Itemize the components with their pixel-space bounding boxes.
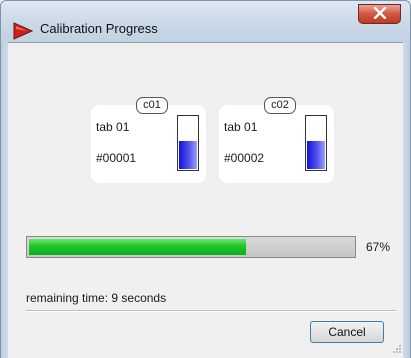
window-frame-left [0,42,8,358]
card-label: c02 [264,97,296,114]
level-gauge [305,115,327,171]
dialog-content: c01 tab 01 #00001 c02 tab 01 #00002 67% … [8,42,403,358]
remaining-time-prefix: remaining time: [26,291,112,305]
card-id: #00002 [224,151,265,165]
card-tab: tab 01 [96,120,130,134]
gauge-fill [307,141,325,169]
red-arrow-icon [13,22,34,40]
remaining-time-unit: seconds [118,291,167,305]
gauge-fill [179,141,197,169]
calibration-progress-window: Calibration Progress c01 tab 01 #00001 c… [0,0,411,358]
title-bar[interactable]: Calibration Progress [0,0,411,42]
window-frame-right [403,42,411,358]
card-id: #00001 [96,151,137,165]
calibration-card-c02: c02 tab 01 #00002 [219,97,334,183]
window-title: Calibration Progress [40,21,158,36]
card-tab: tab 01 [224,120,258,134]
resize-grip-icon[interactable] [392,343,402,353]
progress-percent: 67% [366,240,391,254]
close-icon [373,6,387,22]
level-gauge [177,115,199,171]
calibration-card-c01: c01 tab 01 #00001 [91,97,206,183]
remaining-time: remaining time: 9 seconds [26,291,166,305]
progress-bar-fill [29,239,247,255]
card-label: c01 [136,97,168,114]
cancel-button[interactable]: Cancel [310,321,384,343]
close-button[interactable] [358,4,401,24]
divider [26,310,396,312]
progress-bar [26,236,356,258]
